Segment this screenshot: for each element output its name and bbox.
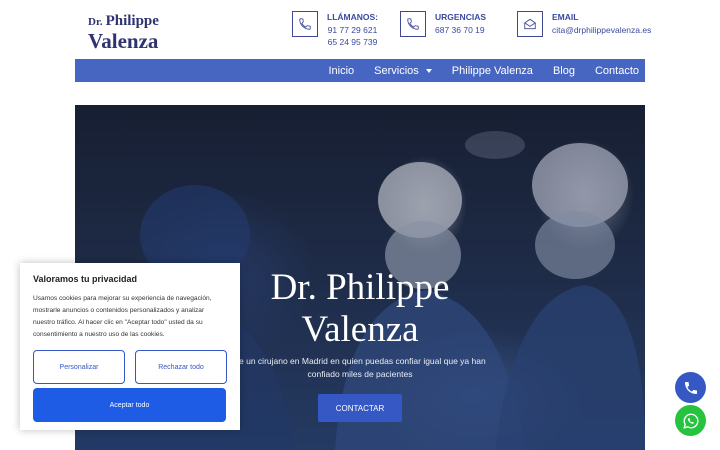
nav-item-servicios-label: Servicios (374, 64, 419, 77)
nav-item-philippe-valenza[interactable]: Philippe Valenza (452, 65, 533, 77)
nav-item-inicio[interactable]: Inicio (328, 65, 354, 77)
cookie-consent-dialog: Valoramos tu privacidad Usamos cookies p… (20, 263, 240, 430)
nav-item-blog[interactable]: Blog (553, 65, 575, 77)
chevron-down-icon (425, 68, 432, 73)
phone-icon (292, 11, 318, 37)
contact-phone-number-2[interactable]: 65 24 95 739 (327, 36, 378, 49)
contact-email-address[interactable]: cita@drphilippevalenza.es (552, 24, 651, 37)
nav-item-contacto[interactable]: Contacto (595, 65, 639, 77)
phone-icon (684, 381, 697, 394)
contact-urgent[interactable]: URGENCIAS 687 36 70 19 (400, 11, 486, 37)
whatsapp-button[interactable] (675, 405, 706, 436)
hero-title-line-1: Dr. Philippe (270, 267, 450, 308)
cookie-title: Valoramos tu privacidad (33, 274, 138, 284)
contact-urgent-number[interactable]: 687 36 70 19 (435, 24, 486, 37)
contact-email-label: EMAIL (552, 12, 579, 22)
envelope-icon (517, 11, 543, 37)
contact-email[interactable]: EMAIL cita@drphilippevalenza.es (517, 11, 651, 37)
cookie-text: Usamos cookies para mejorar su experienc… (33, 295, 212, 338)
logo-last-name: Valenza (88, 29, 159, 53)
site-logo[interactable]: Dr. Philippe Valenza (88, 12, 159, 53)
accept-all-button[interactable]: Aceptar todo (33, 388, 226, 422)
contact-button[interactable]: CONTACTAR (318, 394, 402, 422)
contact-phone[interactable]: LLÁMANOS: 91 77 29 621 65 24 95 739 (292, 11, 378, 49)
contact-urgent-label: URGENCIAS (435, 12, 487, 22)
customize-button[interactable]: Personalizar (33, 350, 125, 384)
call-button[interactable] (675, 372, 706, 403)
phone-icon (400, 11, 426, 37)
main-nav: Inicio Servicios Philippe Valenza Blog C… (75, 59, 645, 82)
hero-title: Dr. Philippe Valenza (225, 267, 495, 351)
nav-item-servicios[interactable]: Servicios (374, 65, 432, 77)
hero-title-line-2: Valenza (301, 309, 419, 350)
hero-subtitle: ge un cirujano en Madrid en quien puedas… (234, 356, 486, 379)
reject-all-button[interactable]: Rechazar todo (135, 350, 227, 384)
contact-phone-number-1[interactable]: 91 77 29 621 (327, 24, 378, 37)
page: Dr. Philippe Valenza LLÁMANOS: 91 77 29 … (0, 0, 720, 450)
whatsapp-icon (682, 413, 698, 429)
contact-phone-label: LLÁMANOS: (327, 12, 378, 22)
logo-first-name: Philippe (105, 13, 159, 29)
